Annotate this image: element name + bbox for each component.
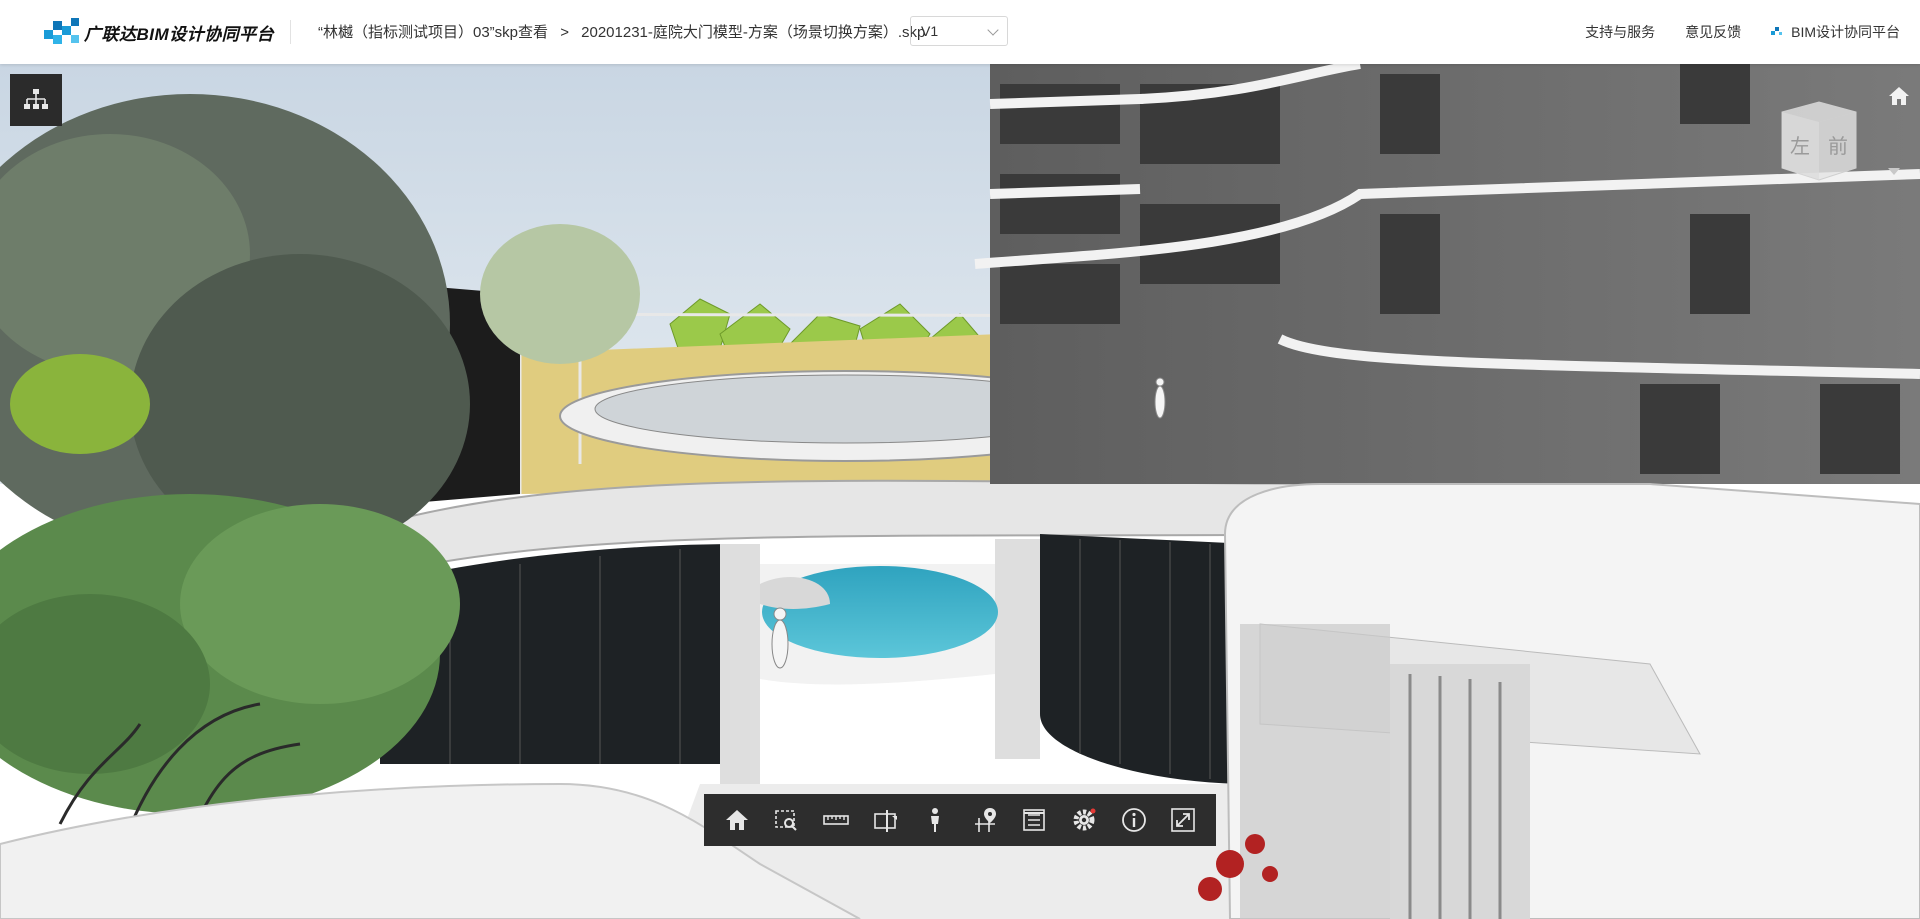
view-cube-menu-arrow-icon[interactable]	[1888, 168, 1900, 175]
home-icon	[1889, 87, 1909, 105]
hierarchy-icon	[24, 89, 48, 109]
breadcrumb-separator: >	[560, 24, 569, 41]
glodon-logo-icon	[44, 18, 79, 44]
toolbar-location-button[interactable]	[963, 798, 1007, 842]
toolbar-zoom-window-button[interactable]	[764, 798, 808, 842]
view-cube-left-label[interactable]: 左	[1790, 134, 1810, 158]
platform-link-label: BIM设计协同平台	[1791, 24, 1900, 40]
toolbar-section-button[interactable]	[864, 798, 908, 842]
section-icon	[873, 810, 897, 832]
toolbar-info-button[interactable]	[1112, 798, 1156, 842]
feedback-link[interactable]: 意见反馈	[1685, 22, 1741, 42]
chevron-down-icon	[987, 24, 999, 36]
top-header: 广联达BIM设计协同平台 “林樾（指标测试项目）03”skp查看 > 20201…	[0, 0, 1920, 64]
view-cube-front-label[interactable]: 前	[1828, 134, 1848, 158]
toolbar-measure-button[interactable]	[814, 798, 858, 842]
platform-logo-icon	[1771, 27, 1783, 35]
breadcrumb-file: 20201231-庭院大门模型-方案（场景切换方案）.skp	[581, 24, 926, 41]
view-home-button[interactable]	[1888, 86, 1910, 111]
toolbar-home-button[interactable]	[715, 798, 759, 842]
zoom-window-icon	[775, 810, 798, 831]
header-divider	[290, 20, 291, 44]
toolbar-walk-button[interactable]	[913, 798, 957, 842]
model-viewport[interactable]: 左 前	[0, 64, 1920, 919]
home-icon	[725, 810, 748, 830]
bim-scene-render	[0, 64, 1920, 919]
bottom-toolbar	[704, 794, 1216, 846]
location-icon	[974, 808, 996, 832]
settings-icon	[1073, 808, 1096, 831]
toolbar-settings-button[interactable]	[1062, 798, 1106, 842]
version-value: V1	[921, 23, 939, 39]
toolbar-properties-list-button[interactable]	[1012, 798, 1056, 842]
toolbar-fullscreen-button[interactable]	[1161, 798, 1205, 842]
breadcrumb-project[interactable]: “林樾（指标测试项目）03”skp查看	[318, 24, 548, 41]
measure-icon	[823, 815, 849, 825]
support-link[interactable]: 支持与服务	[1585, 22, 1655, 42]
version-select[interactable]: V1	[910, 16, 1008, 46]
info-icon	[1121, 808, 1146, 832]
header-links: 支持与服务 意见反馈 BIM设计协同平台	[1585, 22, 1900, 42]
logo[interactable]: 广联达BIM设计协同平台	[42, 16, 274, 48]
logo-text: 广联达BIM设计协同平台	[84, 24, 275, 44]
fullscreen-icon	[1171, 808, 1195, 832]
model-tree-button[interactable]	[10, 74, 62, 126]
person-icon	[931, 808, 940, 832]
view-cube[interactable]: 左 前	[1772, 98, 1866, 184]
breadcrumb: “林樾（指标测试项目）03”skp查看 > 20201231-庭院大门模型-方案…	[314, 21, 929, 42]
platform-link[interactable]: BIM设计协同平台	[1771, 22, 1900, 42]
list-icon	[1023, 809, 1046, 831]
